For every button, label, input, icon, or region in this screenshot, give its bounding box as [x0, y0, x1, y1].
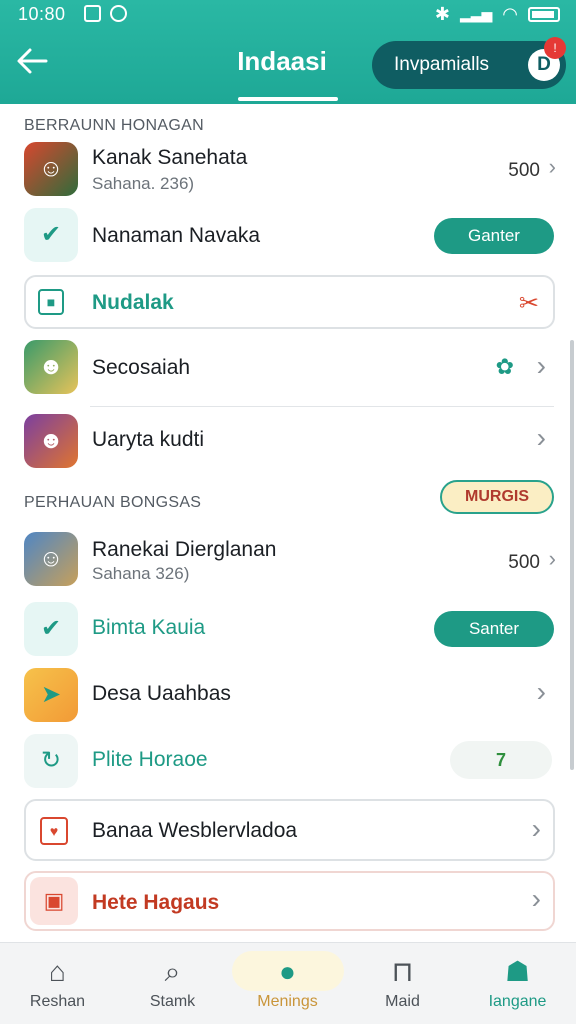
list-item[interactable]: ☺ Ranekai Dierglanan Sahana 326) 500 › — [24, 532, 556, 590]
signal-icon: ▂▃▅ — [459, 6, 493, 22]
item-title: Nanaman Navaka — [92, 224, 261, 247]
header-pill-label: Invpamialls — [394, 54, 490, 75]
page-title: Indaasi — [237, 46, 327, 76]
list-item[interactable]: ☻ Secosaiah ✿ › — [24, 340, 554, 396]
profile-icon: ☗ — [504, 956, 531, 987]
item-value: 500 — [508, 160, 540, 181]
nav-tab-menings[interactable]: ● Menings — [230, 943, 345, 1024]
nav-tab-stamk[interactable]: ⌕ Stamk — [115, 943, 230, 1024]
scrollbar[interactable] — [570, 340, 574, 770]
nav-tab-iangane[interactable]: ☗ Iangane — [460, 943, 575, 1024]
app-header: 10:80 ✱ ▂▃▅ ◠ Indaasi Invpamialls D ! — [0, 0, 576, 104]
count-badge: 7 — [450, 741, 552, 779]
status-bar: 10:80 ✱ ▂▃▅ ◠ — [0, 0, 576, 30]
list-card[interactable]: ♥ Banaa Wesblervladoa › — [24, 799, 555, 861]
santer-button[interactable]: Santer — [434, 611, 554, 647]
list-item[interactable]: ➤ Desa Uaahbas › — [24, 668, 554, 724]
status-right: ✱ ▂▃▅ ◠ — [435, 4, 560, 25]
nav-label: Reshan — [29, 993, 86, 1010]
location-icon: ● — [279, 956, 296, 987]
check-circle-icon: ✔ — [24, 602, 78, 656]
item-title: Banaa Wesblervladoa — [92, 819, 298, 842]
wifi-icon: ◠ — [502, 4, 518, 24]
item-title: Hete Hagaus — [92, 891, 220, 914]
item-subtitle: Sahana. 236) — [92, 174, 195, 193]
nav-tab-reshan[interactable]: ⌂ Reshan — [0, 943, 115, 1024]
bag-icon: ⊓ — [391, 956, 414, 987]
nav-label: Maid — [385, 993, 420, 1010]
list-item[interactable]: ✔ Nanaman Navaka Ganter — [24, 208, 554, 264]
bluetooth-icon: ✱ — [434, 4, 450, 24]
chevron-right-icon: › — [548, 154, 556, 179]
home-icon: ⌂ — [49, 956, 66, 987]
list-card[interactable]: ■ Nudalak ✂ — [24, 275, 555, 329]
avatar-game-icon: ☺ — [24, 142, 78, 196]
avatar-person-icon: ☻ — [24, 340, 78, 394]
nav-tab-maid[interactable]: ⊓ Maid — [345, 943, 460, 1024]
check-circle-icon: ✔ — [24, 208, 78, 262]
item-title: Kanak Sanehata — [92, 146, 248, 169]
key-icon: ✂ — [518, 290, 539, 317]
battery-icon — [528, 7, 560, 22]
message-icon — [110, 5, 127, 22]
nav-label: Stamk — [149, 993, 196, 1010]
item-title: Nudalak — [92, 291, 174, 314]
list-item[interactable]: ✔ Bimta Kauia Santer — [24, 602, 554, 658]
alert-badge: ! — [544, 37, 566, 59]
avatar-person-icon: ☺ — [24, 532, 78, 586]
send-icon: ➤ — [24, 668, 78, 722]
title-underline — [238, 97, 338, 101]
chevron-right-icon: › — [536, 676, 546, 707]
bookmark-icon: ♥ — [40, 817, 68, 845]
item-title: Desa Uaahbas — [92, 682, 231, 705]
refresh-icon: ↻ — [24, 734, 78, 788]
chevron-right-icon: › — [536, 422, 546, 453]
chevron-right-icon: › — [548, 546, 556, 571]
nav-label: Menings — [257, 993, 318, 1010]
note-icon: ■ — [38, 289, 64, 315]
avatar-person-icon: ☻ — [24, 414, 78, 468]
ganter-button[interactable]: Ganter — [434, 218, 554, 254]
header-profile-pill[interactable]: Invpamialls D ! — [372, 37, 566, 89]
list-card[interactable]: ▣ Hete Hagaus › — [24, 871, 555, 931]
list-item[interactable]: ☺ Kanak Sanehata Sahana. 236) 500 › — [24, 142, 556, 200]
item-title: Secosaiah — [92, 356, 191, 379]
nav-label: Iangane — [488, 993, 547, 1010]
flower-icon: ✿ — [495, 354, 514, 379]
chevron-right-icon: › — [531, 813, 541, 844]
notification-icon — [84, 5, 101, 22]
back-arrow-icon[interactable] — [16, 46, 52, 78]
item-title: Bimta Kauia — [92, 616, 206, 639]
section-heading-2: PERHAUAN BONGSAS — [24, 494, 202, 511]
murgis-badge[interactable]: MURGIS — [440, 480, 554, 514]
item-title: Plite Horaoe — [92, 748, 208, 771]
item-title: Uaryta kudti — [92, 428, 205, 451]
item-value: 500 — [508, 552, 540, 573]
chevron-right-icon: › — [531, 883, 541, 914]
chevron-right-icon: › — [536, 350, 546, 381]
divider — [90, 406, 554, 407]
play-icon: ▣ — [30, 877, 78, 925]
bottom-navigation: ⌂ Reshan ⌕ Stamk ● Menings ⊓ Maid ☗ Iang… — [0, 942, 576, 1024]
section-heading-1: BERRAUNN HONAGAN — [24, 117, 204, 134]
item-subtitle: Sahana 326) — [92, 564, 190, 583]
status-time: 10:80 — [18, 4, 66, 24]
item-title: Ranekai Dierglanan — [92, 538, 277, 561]
list-item[interactable]: ☻ Uaryta kudti › — [24, 414, 554, 470]
search-icon: ⌕ — [164, 956, 181, 987]
